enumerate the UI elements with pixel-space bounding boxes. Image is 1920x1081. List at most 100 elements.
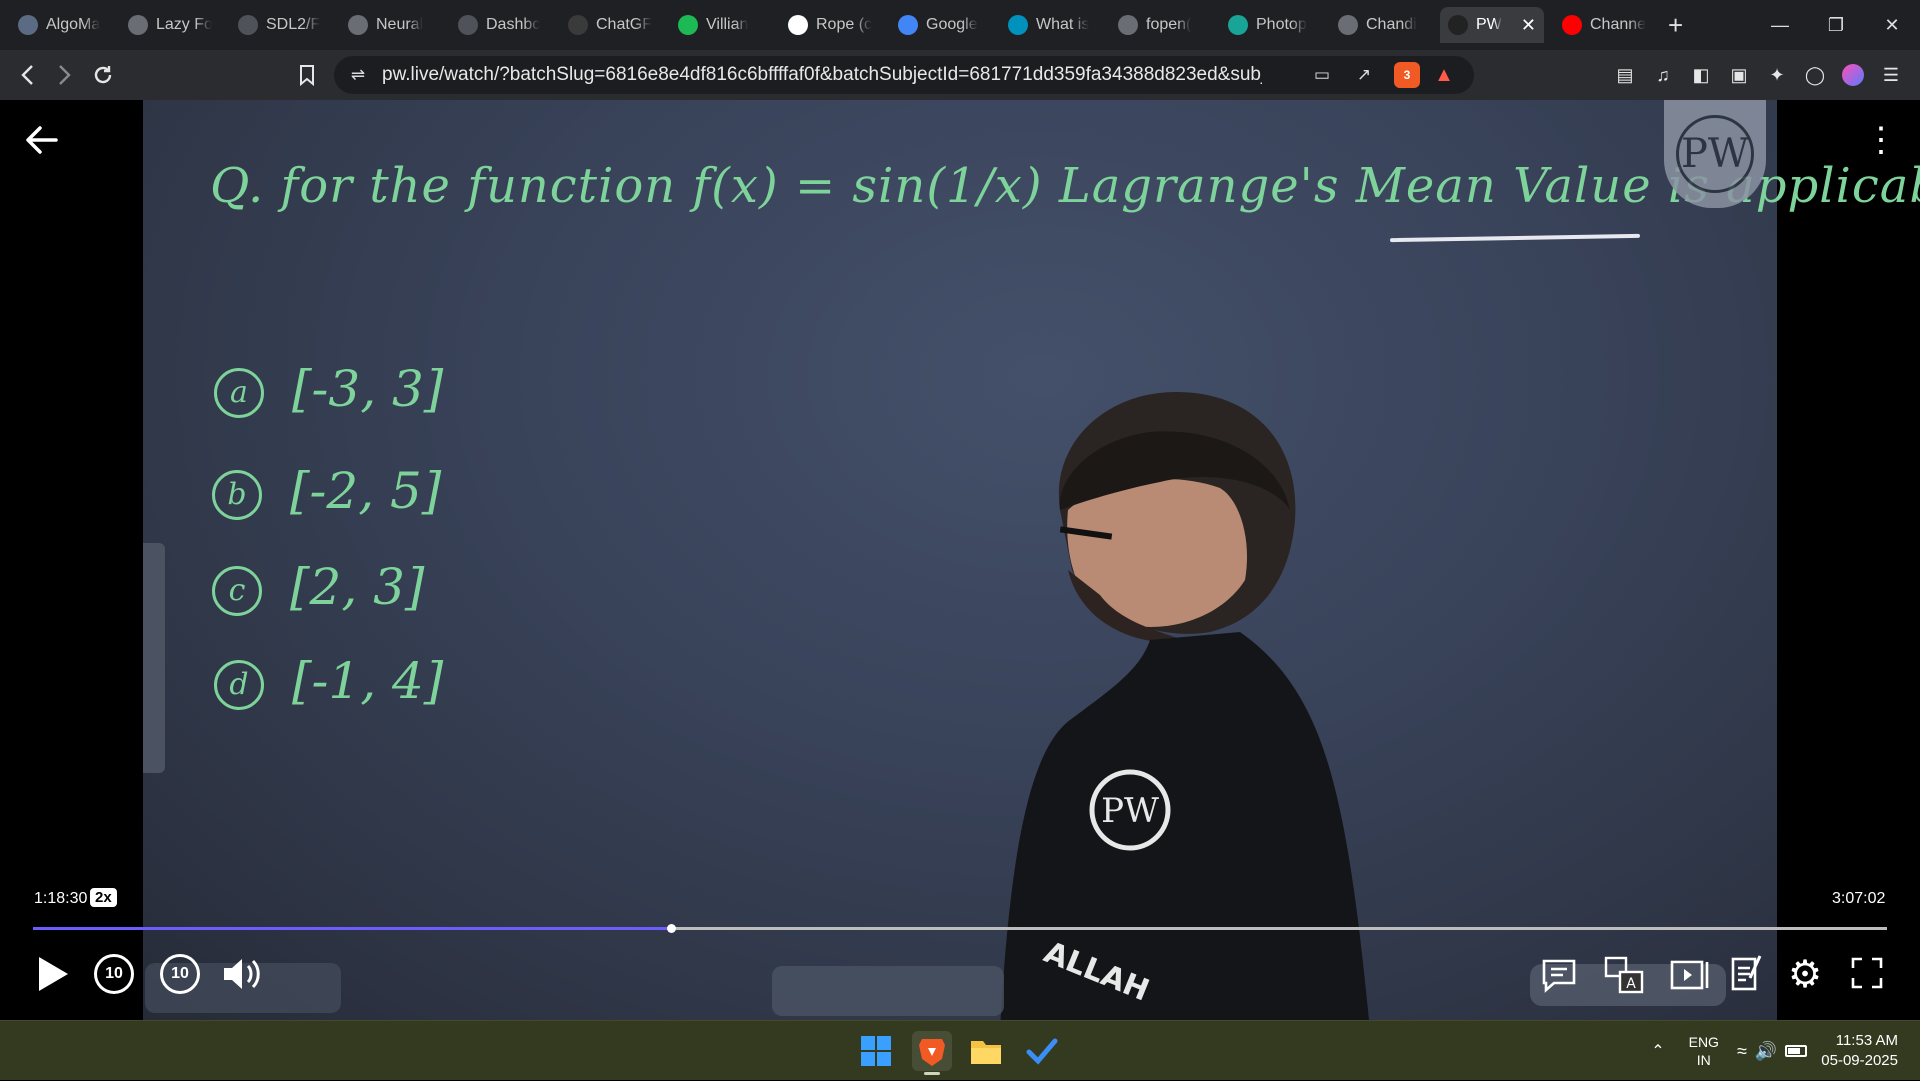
cast-icon[interactable]: ▭: [1310, 63, 1334, 87]
teacher-figure: PW ALLAH: [1000, 391, 1369, 1020]
close-tab-icon[interactable]: ✕: [1521, 15, 1536, 36]
menu-icon[interactable]: ☰: [1872, 56, 1910, 94]
picture-in-picture-button[interactable]: [1668, 954, 1712, 996]
tab-label: Photop: [1256, 16, 1307, 33]
sidebar-icon[interactable]: ◧: [1682, 56, 1720, 94]
pw-watermark-logo: PW: [1664, 100, 1766, 208]
svg-text:A: A: [1626, 976, 1636, 992]
tab-label: Lazy Fo: [156, 16, 212, 33]
file-explorer-icon[interactable]: [966, 1031, 1006, 1071]
tab[interactable]: fopen(: [1110, 7, 1210, 43]
reload-button[interactable]: [84, 56, 122, 94]
volume-button[interactable]: [220, 952, 264, 996]
rewind-10-button[interactable]: 10: [94, 954, 134, 994]
algomaster-icon: [18, 15, 38, 35]
tab[interactable]: Photop: [1220, 7, 1320, 43]
clock-time: 11:53 AM: [1835, 1032, 1898, 1049]
tab[interactable]: Neural: [340, 7, 440, 43]
settings-button[interactable]: ⚙: [1784, 952, 1826, 996]
fullscreen-button[interactable]: [1848, 954, 1886, 992]
board-edge: [143, 543, 165, 773]
close-window-button[interactable]: ✕: [1864, 0, 1920, 50]
wifi-icon[interactable]: ≈: [1737, 1041, 1747, 1062]
back-button[interactable]: [8, 56, 46, 94]
region-code: IN: [1696, 1052, 1711, 1068]
language-button[interactable]: A: [1602, 954, 1646, 996]
brave-rewards-icon[interactable]: ▲: [1432, 63, 1456, 87]
forward-10-button[interactable]: 10: [160, 954, 200, 994]
tab[interactable]: Chandi: [1330, 7, 1430, 43]
pw-icon: [1448, 15, 1468, 35]
brave-browser-icon[interactable]: [912, 1031, 952, 1075]
tab[interactable]: ChatGF: [560, 7, 660, 43]
tab[interactable]: Villian: [670, 7, 770, 43]
back-arrow-icon[interactable]: [22, 120, 68, 166]
language-code: ENG: [1688, 1034, 1719, 1050]
tab-label: Rope (c: [816, 16, 872, 33]
tab[interactable]: Channe: [1554, 7, 1654, 43]
tab[interactable]: AlgoMa: [10, 7, 110, 43]
windows-start-icon[interactable]: [856, 1031, 896, 1071]
maximize-button[interactable]: ❐: [1808, 0, 1864, 50]
share-icon[interactable]: ↗: [1352, 63, 1376, 87]
leo-ai-icon[interactable]: ✦: [1758, 56, 1796, 94]
progress-knob[interactable]: [666, 924, 676, 933]
tab-strip: AlgoMa Lazy Fo SDL2/F Neural Dashbc ChatGF Vil…: [0, 0, 1920, 50]
taskbar: ⌃ ENG IN ≈ 🔊 11:53 AM 05-09-2025: [0, 1020, 1920, 1080]
site-settings-icon[interactable]: ⇌: [346, 63, 370, 87]
tab-label: Google: [926, 16, 978, 33]
tab-label: Chandi: [1366, 16, 1417, 33]
openai-icon: [568, 15, 588, 35]
watermark-ring: PW: [1676, 115, 1754, 193]
wallet-icon[interactable]: ▣: [1720, 56, 1758, 94]
reload-icon: [94, 66, 112, 84]
tab[interactable]: Google: [890, 7, 990, 43]
option-text: [-3, 3]: [292, 360, 444, 418]
tab[interactable]: What is: [1000, 7, 1100, 43]
url-text[interactable]: pw.live/watch/?batchSlug=6816e8e4df816c6…: [382, 64, 1262, 86]
speaker-icon[interactable]: 🔊: [1755, 1041, 1777, 1062]
language-indicator[interactable]: ENG IN: [1689, 1033, 1719, 1069]
tab[interactable]: Rope (c: [780, 7, 880, 43]
option-text: [-1, 4]: [292, 652, 444, 710]
shirt-logo: PW: [1101, 791, 1159, 831]
tab-label: Villian: [706, 16, 749, 33]
vpn-icon[interactable]: ◯: [1796, 56, 1834, 94]
watermark-text: PW: [1680, 131, 1750, 177]
clock[interactable]: 11:53 AM 05-09-2025: [1821, 1031, 1898, 1071]
media-icon[interactable]: ♫: [1644, 56, 1682, 94]
tab-label: fopen(: [1146, 16, 1192, 33]
new-tab-button[interactable]: +: [1668, 10, 1683, 41]
address-bar[interactable]: ⇌ pw.live/watch/?batchSlug=6816e8e4df816…: [334, 56, 1474, 94]
globe-icon: [1338, 15, 1358, 35]
chevron-up-icon[interactable]: ⌃: [1651, 1041, 1664, 1061]
tab[interactable]: SDL2/F: [230, 7, 330, 43]
tab[interactable]: PW ✕: [1440, 7, 1544, 43]
notes-button[interactable]: [1726, 952, 1768, 996]
duration-time: 3:07:02: [1832, 890, 1886, 907]
answer-option: a [-3, 3]: [214, 360, 443, 418]
todo-icon[interactable]: [1022, 1031, 1062, 1071]
play-button[interactable]: [32, 952, 74, 996]
bookmark-button[interactable]: [288, 56, 326, 94]
chevron-right-icon: [59, 65, 71, 85]
playback-speed-badge[interactable]: 2x: [90, 888, 117, 907]
more-options-icon[interactable]: ⋮: [1864, 120, 1898, 166]
tab[interactable]: Lazy Fo: [120, 7, 220, 43]
minimize-button[interactable]: —: [1752, 0, 1808, 50]
globe-icon: [1118, 15, 1138, 35]
brave-shields-icon[interactable]: 3: [1394, 62, 1420, 88]
forward-button[interactable]: [46, 56, 84, 94]
video-player[interactable]: Q. for the function f(x) = sin(1/x) Lagr…: [0, 100, 1920, 1020]
bookmark-icon: [300, 65, 314, 86]
answer-option: d [-1, 4]: [214, 652, 443, 710]
youtube-icon: [1562, 15, 1582, 35]
progress-bar[interactable]: [33, 924, 1887, 933]
tab-label: ChatGF: [596, 16, 652, 33]
profile-avatar-icon[interactable]: [1834, 56, 1872, 94]
forward-10-label: 10: [171, 965, 189, 982]
battery-icon[interactable]: [1785, 1045, 1808, 1057]
chat-button[interactable]: [1538, 954, 1580, 996]
tab[interactable]: Dashbc: [450, 7, 550, 43]
reader-mode-icon[interactable]: ▤: [1606, 56, 1644, 94]
